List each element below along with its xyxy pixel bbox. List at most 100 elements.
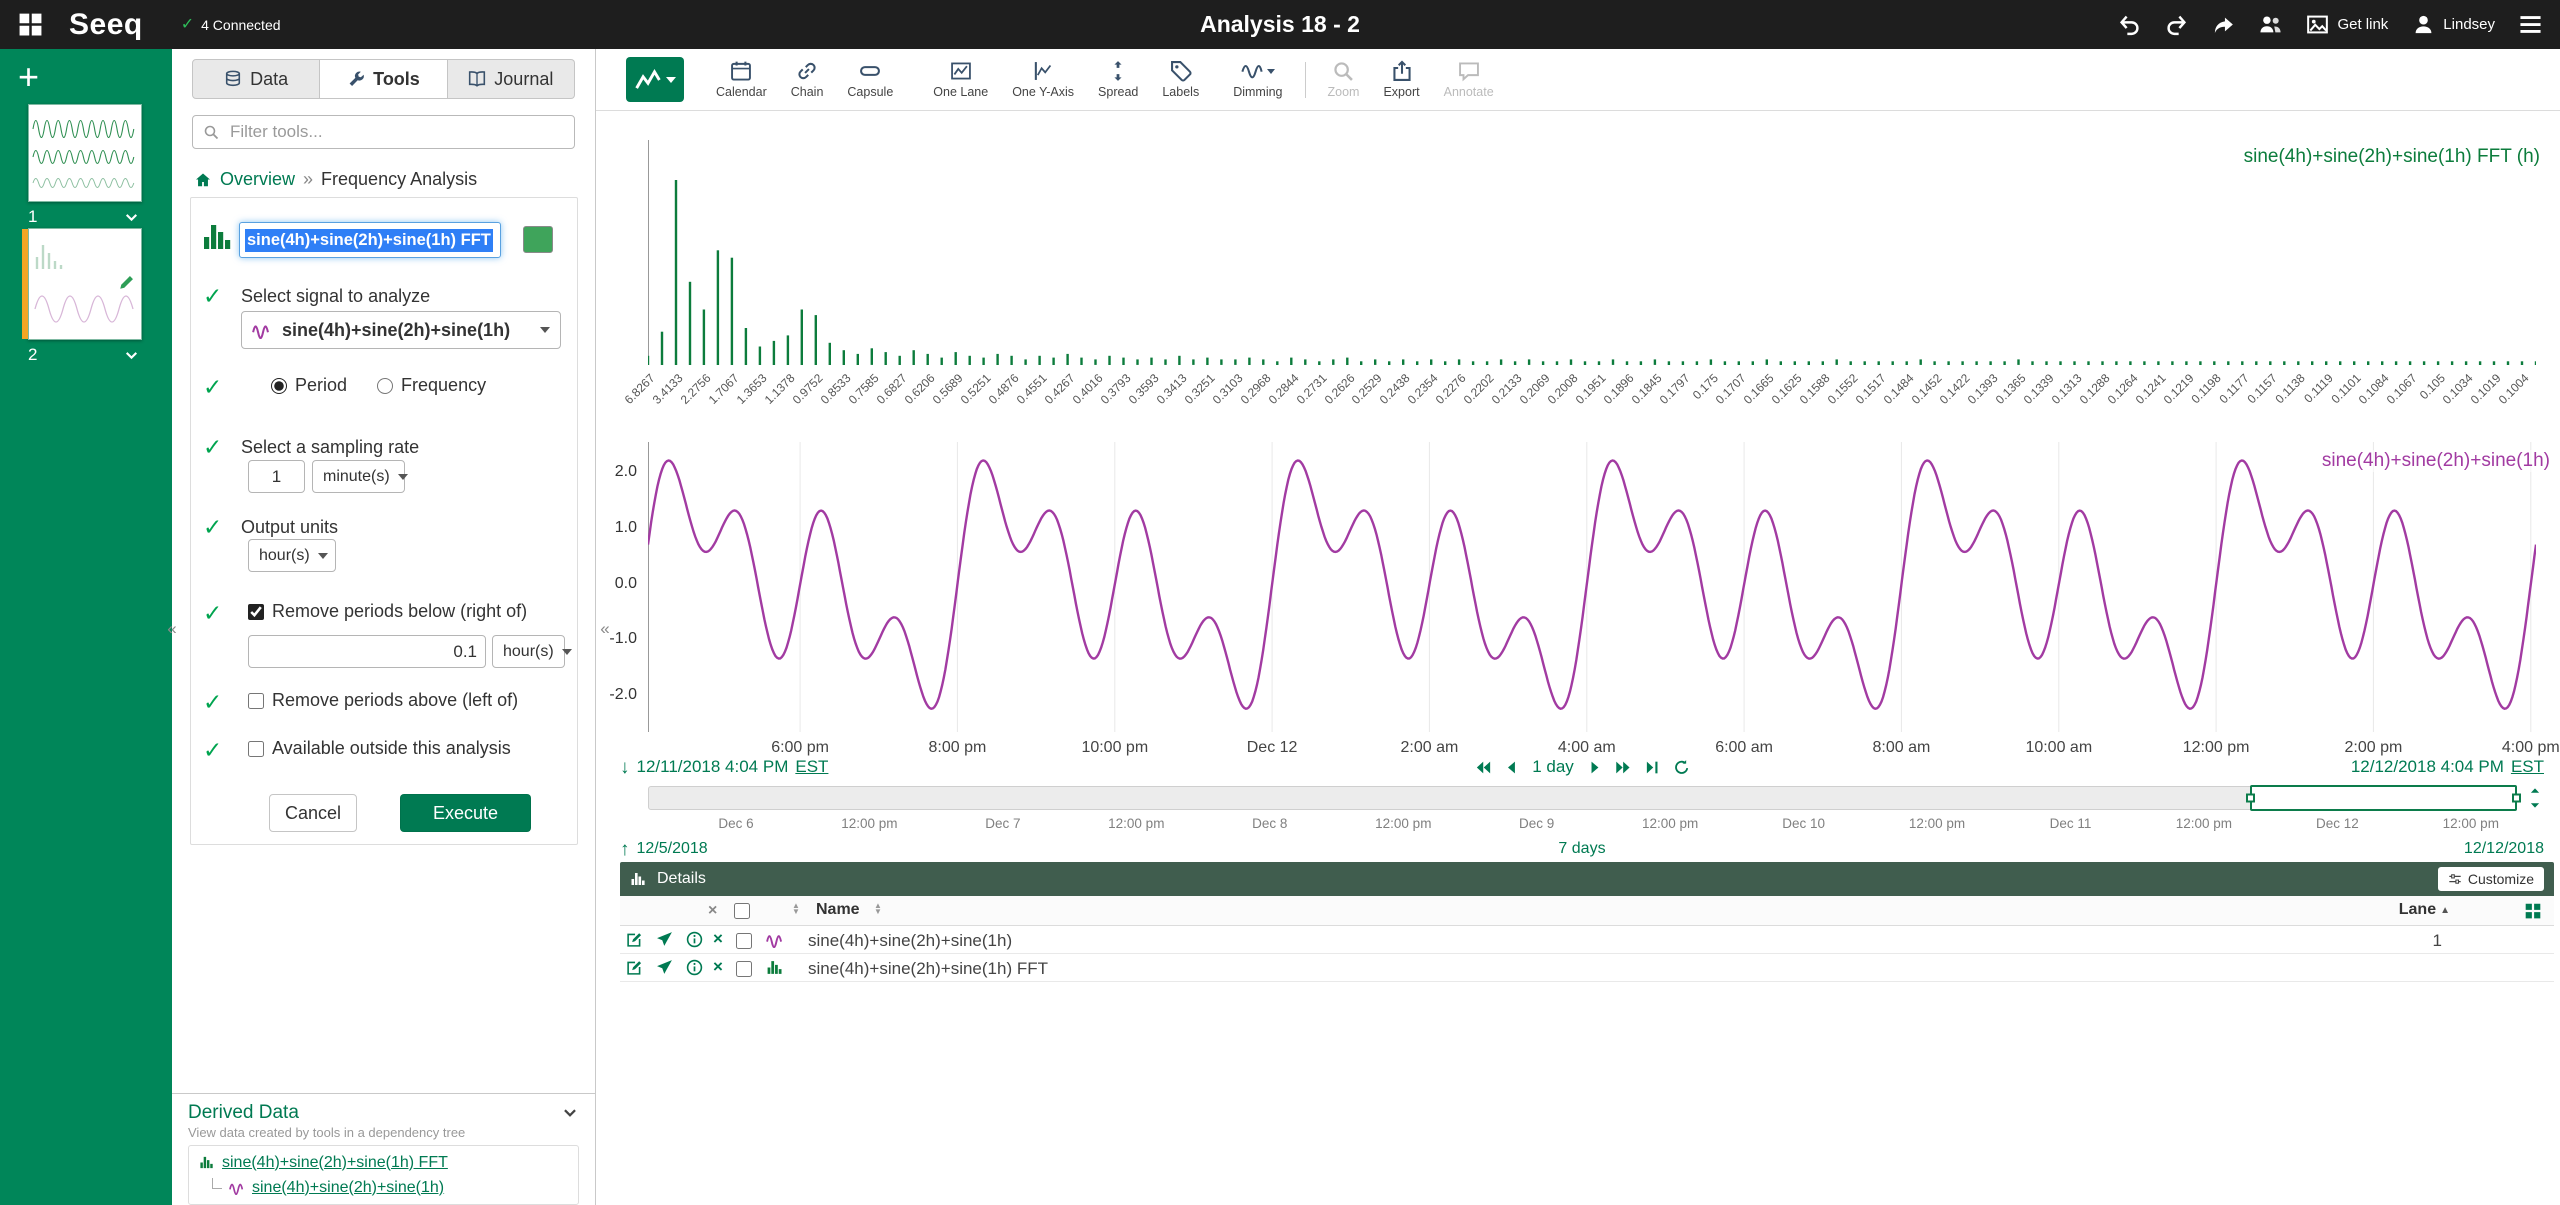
toolbar-one-y-axis[interactable]: One Y-Axis xyxy=(1000,60,1086,99)
radio-frequency[interactable]: Frequency xyxy=(377,375,486,396)
edit-item-icon[interactable] xyxy=(626,959,643,976)
remove-above-checkbox[interactable] xyxy=(248,692,264,709)
filter-tools-search[interactable] xyxy=(192,115,575,149)
undo-icon[interactable] xyxy=(2118,13,2141,36)
remove-above-option[interactable]: Remove periods above (left of) xyxy=(248,690,518,711)
chevron-down-icon[interactable] xyxy=(123,209,140,226)
breadcrumb-overview[interactable]: Overview xyxy=(220,169,295,190)
sort-icon[interactable]: ▲ ▼ xyxy=(874,902,882,916)
row-item-name[interactable]: sine(4h)+sine(2h)+sine(1h) xyxy=(808,931,1012,951)
tab-tools[interactable]: Tools xyxy=(320,59,448,99)
toolbar-spread[interactable]: Spread xyxy=(1086,60,1150,99)
step-back-full-icon[interactable] xyxy=(1474,759,1491,776)
hamburger-menu-icon[interactable] xyxy=(2519,13,2542,36)
chevron-down-icon[interactable] xyxy=(123,347,140,364)
trend-view-button[interactable] xyxy=(626,57,684,102)
available-outside-option[interactable]: Available outside this analysis xyxy=(248,738,511,759)
auto-update-icon[interactable] xyxy=(1673,759,1690,776)
duration-label[interactable]: 1 day xyxy=(1532,757,1574,777)
radio-period[interactable]: Period xyxy=(271,375,347,396)
range-handle-right[interactable] xyxy=(2512,793,2521,803)
name-column-header[interactable]: Name xyxy=(816,901,860,919)
range-handle-left[interactable] xyxy=(2246,793,2255,803)
add-column-icon[interactable] xyxy=(2524,902,2542,920)
execute-button[interactable]: Execute xyxy=(400,794,531,832)
worksheet-2-thumbnail[interactable] xyxy=(22,228,142,340)
send-item-icon[interactable] xyxy=(656,959,673,976)
apps-grid-icon[interactable] xyxy=(18,12,43,37)
edit-pencil-icon[interactable] xyxy=(118,273,136,291)
derived-data-link[interactable]: sine(4h)+sine(2h)+sine(1h) FFT xyxy=(222,1154,448,1172)
share-icon[interactable] xyxy=(2212,13,2235,36)
toolbar-capsule[interactable]: Capsule xyxy=(835,60,905,99)
timeline-selected-range[interactable] xyxy=(2246,785,2521,811)
sort-icon[interactable]: ▲ ▼ xyxy=(792,902,800,916)
remove-below-option[interactable]: Remove periods below (right of) xyxy=(248,601,527,622)
add-worksheet-button[interactable]: + xyxy=(0,49,40,95)
display-range-end[interactable]: 12/12/2018 4:04 PM EST xyxy=(2351,757,2544,777)
step-forward-full-icon[interactable] xyxy=(1615,759,1632,776)
user-menu[interactable]: Lindsey xyxy=(2412,13,2495,36)
select-all-checkbox[interactable] xyxy=(734,903,750,919)
timeline-scrollbar[interactable] xyxy=(648,785,2521,811)
remove-below-unit-dropdown[interactable]: hour(s) xyxy=(492,635,572,668)
toolbar-labels[interactable]: Labels xyxy=(1150,60,1211,99)
connection-status[interactable]: ✓ 4 Connected xyxy=(181,16,281,33)
remove-below-checkbox[interactable] xyxy=(248,603,264,620)
collapse-sidebar-handle[interactable]: « xyxy=(164,616,180,642)
info-icon[interactable] xyxy=(686,959,703,976)
investigate-duration[interactable]: 7 days xyxy=(1558,840,1605,858)
home-icon[interactable] xyxy=(194,171,212,189)
step-back-half-icon[interactable] xyxy=(1503,759,1520,776)
radio-period-input[interactable] xyxy=(271,377,287,394)
tab-journal[interactable]: Journal xyxy=(447,59,575,99)
sampling-rate-input[interactable] xyxy=(248,460,305,493)
step-to-end-icon[interactable] xyxy=(1644,759,1661,776)
toolbar-one-lane[interactable]: One Lane xyxy=(921,60,1000,99)
chevron-down-icon[interactable] xyxy=(561,1104,579,1122)
row-checkbox[interactable] xyxy=(736,961,752,977)
worksheet-2[interactable]: 2 xyxy=(22,228,142,365)
tab-data[interactable]: Data xyxy=(192,59,321,99)
display-range-start[interactable]: ↓ 12/11/2018 4:04 PM EST xyxy=(620,757,828,777)
lane-column-header[interactable]: Lane ▲ xyxy=(2399,901,2450,919)
worksheet-1[interactable]: 1 xyxy=(28,104,142,227)
investigate-end-date[interactable]: 12/12/2018 xyxy=(2464,840,2544,858)
remove-item-icon[interactable]: × xyxy=(713,929,723,949)
investigate-range-start[interactable]: ↑ 12/5/2018 xyxy=(620,840,708,859)
step-forward-half-icon[interactable] xyxy=(1586,759,1603,776)
range-end-datetime[interactable]: 12/12/2018 4:04 PM xyxy=(2351,757,2504,777)
row-item-name[interactable]: sine(4h)+sine(2h)+sine(1h) FFT xyxy=(808,959,1048,979)
signal-line-chart[interactable] xyxy=(648,442,2536,732)
result-name-input[interactable]: sine(4h)+sine(2h)+sine(1h) FFT xyxy=(239,222,501,258)
signal-select-dropdown[interactable]: sine(4h)+sine(2h)+sine(1h) xyxy=(241,311,561,349)
toolbar-export[interactable]: Export xyxy=(1371,60,1431,99)
filter-tools-input[interactable] xyxy=(228,121,564,143)
get-link-button[interactable]: Get link xyxy=(2306,13,2388,36)
fft-bar-chart[interactable] xyxy=(648,140,2536,365)
range-start-timezone[interactable]: EST xyxy=(795,757,828,777)
color-swatch-button[interactable] xyxy=(523,226,553,253)
radio-frequency-input[interactable] xyxy=(377,377,394,394)
investigate-start-date[interactable]: 12/5/2018 xyxy=(637,840,708,858)
details-table-row[interactable]: × sine(4h)+sine(2h)+sine(1h) 1 xyxy=(620,926,2554,954)
details-table-row[interactable]: × sine(4h)+sine(2h)+sine(1h) FFT xyxy=(620,954,2554,982)
customize-button[interactable]: Customize xyxy=(2437,867,2544,891)
redo-icon[interactable] xyxy=(2165,13,2188,36)
toolbar-dimming[interactable]: Dimming xyxy=(1221,60,1294,99)
edit-item-icon[interactable] xyxy=(626,931,643,948)
range-end-timezone[interactable]: EST xyxy=(2511,757,2544,777)
remove-item-icon[interactable]: × xyxy=(713,957,723,977)
output-unit-dropdown[interactable]: hour(s) xyxy=(248,539,336,572)
send-item-icon[interactable] xyxy=(656,931,673,948)
cancel-button[interactable]: Cancel xyxy=(269,794,357,832)
available-outside-checkbox[interactable] xyxy=(248,740,264,757)
remove-all-icon[interactable]: × xyxy=(708,901,717,920)
toolbar-calendar[interactable]: Calendar xyxy=(704,60,779,99)
derived-data-link[interactable]: sine(4h)+sine(2h)+sine(1h) xyxy=(252,1179,444,1197)
info-icon[interactable] xyxy=(686,931,703,948)
sampling-unit-dropdown[interactable]: minute(s) xyxy=(312,460,408,493)
timeline-resize-icon[interactable] xyxy=(2524,786,2546,810)
toolbar-chain[interactable]: Chain xyxy=(779,60,836,99)
worksheet-1-thumbnail[interactable] xyxy=(28,104,142,202)
